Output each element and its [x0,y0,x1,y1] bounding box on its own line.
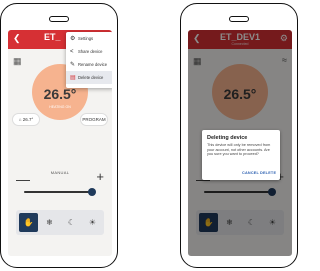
moon-icon: ☾ [67,218,76,227]
setpoint-slider[interactable] [24,188,97,196]
snowflake-icon: ❄ [46,218,53,227]
device-name: ET_ [44,32,61,42]
phone-left: ❮ ET_ ▦ 26.5° HEATING ON ⌂ 26.7° PROGRAM… [0,3,118,268]
dialog-message: This device will only be removed from yo… [207,143,271,157]
mode-bar: ✋ ❄ ☾ ☀ [16,210,104,235]
program-button[interactable]: PROGRAM [80,113,108,126]
frost-mode-button[interactable]: ❄ [40,213,59,232]
menu-item-rename[interactable]: ✎ Rename device [66,58,112,71]
night-mode-button[interactable]: ☾ [62,213,81,232]
menu-item-settings[interactable]: ⚙ Settings [66,32,112,45]
delete-button[interactable]: DELETE [260,171,276,175]
hand-icon: ✋ [23,218,34,227]
speaker-slot [229,16,249,22]
menu-item-delete[interactable]: ▤ Delete device [66,71,112,84]
floor-temp-value: 26.7° [22,117,34,122]
slider-fill [24,191,93,193]
trash-icon: ▤ [70,75,76,81]
increase-button[interactable]: + [96,170,104,184]
menu-item-label: Rename device [78,62,108,67]
menu-item-label: Settings [78,36,94,41]
manual-mode-button[interactable]: ✋ [19,213,38,232]
slider-knob[interactable] [88,188,97,196]
speaker-slot [49,16,69,22]
home-icon: ⌂ [18,117,22,122]
back-icon[interactable]: ❮ [13,33,21,44]
current-temperature: 26.5° [43,86,77,102]
dialog-title: Deleting device [207,135,248,141]
heating-status: HEATING ON [49,105,71,109]
device-menu: ⚙ Settings < Share device ✎ Rename device ▤… [66,32,112,88]
phone-right: ❮ ET_DEV1 Connected ⚙ ▦ ≈ 26.5° MANUAL —… [180,3,298,268]
cancel-button[interactable]: CANCEL [242,171,259,175]
delete-dialog: Deleting device This device will only be… [202,130,280,180]
menu-item-label: Delete device [78,75,104,80]
menu-item-label: Share device [78,49,103,54]
app-screen: ❮ ET_DEV1 Connected ⚙ ▦ ≈ 26.5° MANUAL —… [188,30,292,256]
floor-temp-pill[interactable]: ⌂ 26.7° [12,113,40,126]
menu-item-share[interactable]: < Share device [66,45,112,58]
sun-icon: ☀ [88,218,97,227]
day-mode-button[interactable]: ☀ [83,213,102,232]
decrease-button[interactable]: — [16,172,30,186]
grid-icon[interactable]: ▦ [13,57,22,66]
app-screen: ❮ ET_ ▦ 26.5° HEATING ON ⌂ 26.7° PROGRAM… [8,30,112,256]
